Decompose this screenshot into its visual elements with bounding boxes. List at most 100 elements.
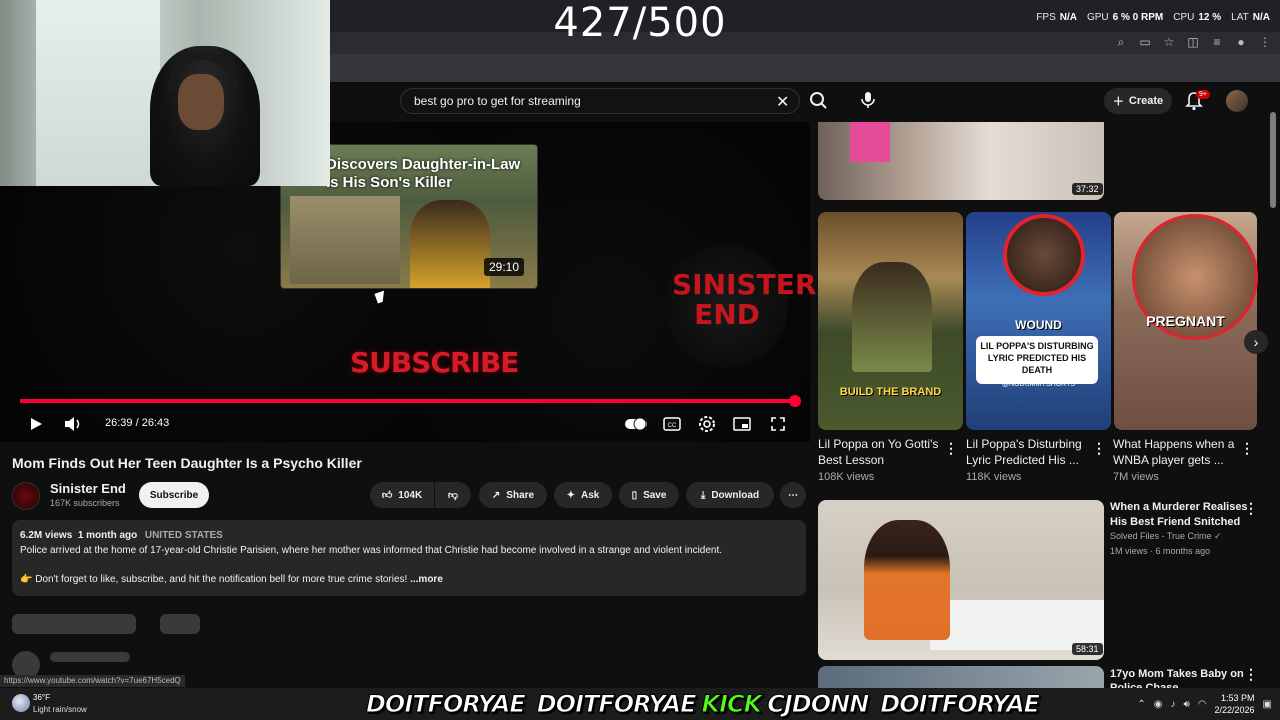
shorts-next-button[interactable]: › [1244,330,1268,354]
chevron-up-icon[interactable]: ⌃ [1137,699,1145,710]
tiktok-handle: DOITFORYAE [880,690,1041,719]
weather-icon[interactable] [12,694,30,712]
short-caption: BUILD THE BRAND [839,386,942,398]
short-title[interactable]: Lil Poppa on Yo Gotti's Best Lesson [818,436,946,468]
microphone-icon [861,92,875,108]
endcard-duration: 29:10 [484,258,525,276]
settings-button[interactable] [696,414,718,434]
extensions-icon[interactable]: ◫ [1186,35,1200,49]
short-caption: PREGNANT [1146,313,1225,329]
notifications-badge: 9+ [1196,90,1210,99]
recommended-meta: 1M views · 6 months ago [1110,546,1211,556]
short-title[interactable]: What Happens when a WNBA player gets ... [1113,436,1241,468]
short-menu-icon[interactable]: ⋮ [944,440,958,457]
time-display: 26:39 / 26:43 [105,417,170,429]
page-scrollbar[interactable] [1270,112,1276,208]
network-icon[interactable]: ◉ [1154,699,1163,710]
dislike-button[interactable]: 👎︎ [435,482,471,508]
video-duration: 37:32 [1072,183,1103,195]
captions-button[interactable]: CC [661,414,683,434]
mic-tray-icon[interactable]: ♪ [1170,699,1175,710]
taskbar-clock[interactable]: 1:53 PM 2/22/2026 [1215,692,1255,716]
recommended-video-title[interactable]: 17yo Mom Takes Baby on Police Chase [1110,667,1250,689]
skeleton-placeholder [160,614,200,634]
recommended-channel-name: Solved Files - True Crime [1110,531,1212,541]
more-horizontal-icon: ⋯ [788,489,798,501]
recommended-views: 1M views [1110,546,1148,556]
upload-date: 1 month ago [77,530,138,541]
profile-icon[interactable]: ● [1234,35,1248,49]
play-button[interactable] [26,414,46,434]
menu-icon[interactable]: ⋮ [1258,35,1272,49]
notification-center-icon[interactable]: ▣ [1263,699,1272,710]
create-label: Create [1128,95,1164,107]
twitter-handle: DOITFORYAE [366,690,527,719]
autoplay-toggle-icon [625,417,647,431]
clock-date: 2/22/2026 [1214,705,1255,715]
thumbnail-detail [850,122,890,162]
sparkle-icon: ✦ [566,489,576,501]
hud-fps: FPS N/A [1036,12,1077,23]
wifi-icon[interactable]: ◠ [1198,699,1207,710]
recommended-channel[interactable]: Solved Files - True Crime ✓ [1110,531,1222,542]
like-button[interactable]: 👍︎ 104K [370,482,434,508]
description-cta: 👉 Don't forget to like, subscribe, and h… [20,574,443,585]
video-menu-icon[interactable]: ⋮ [1244,500,1258,517]
hud-cpu: CPU 12 % [1173,12,1222,23]
cast-icon[interactable]: ▭ [1138,35,1152,49]
weather-description: Light rain/snow [33,705,87,714]
volume-tray-icon[interactable]: 🔊︎ [1183,699,1189,710]
weather-temperature: 36°F [33,693,50,702]
performance-hud: FPS N/A GPU 6 % 0 RPM CPU 12 % LAT N/A [1036,12,1270,23]
kick-handle: CJDONN [767,690,870,719]
search-button[interactable] [806,88,832,114]
short-subcaption: LIL POPPA'S DISTURBING LYRIC PREDICTED H… [976,336,1098,384]
share-button[interactable]: ↗ Share [479,482,547,508]
endscreen-subscribe-button[interactable]: SUBSCRIBE [350,346,519,379]
bookmark-icon: ▯ [631,489,638,501]
create-button[interactable]: ＋ Create [1104,88,1172,114]
subscriber-count: 167K subscribers [50,498,120,508]
bookmark-star-icon[interactable]: ☆ [1162,35,1176,49]
miniplayer-button[interactable] [731,414,753,434]
clear-search-icon[interactable]: ✕ [776,92,789,112]
hud-gpu: GPU 6 % 0 RPM [1086,12,1164,23]
more-actions-button[interactable]: ⋯ [780,482,806,508]
recommended-video-thumbnail[interactable] [818,666,1104,690]
captions-icon: CC [663,417,681,431]
social-banner: DOITFORYAE DOITFORYAE KICK CJDONN DOITFO… [360,688,1041,720]
reading-list-icon[interactable]: ≡ [1210,35,1224,49]
view-count: 6.2M views [20,530,73,541]
thumbnail-person [864,520,950,640]
like-count: 104K [398,489,423,501]
recommended-video-title[interactable]: When a Murderer Realises His Best Friend… [1110,500,1250,530]
short-menu-icon[interactable]: ⋮ [1240,440,1254,457]
voice-search-button[interactable] [856,88,880,112]
scrubber-handle[interactable] [788,395,801,407]
download-button[interactable]: ⤓ Download [686,482,774,508]
channel-name-link[interactable]: Sinister End [50,481,126,496]
svg-text:CC: CC [668,423,677,429]
short-title[interactable]: Lil Poppa's Disturbing Lyric Predicted H… [966,436,1094,468]
skeleton-placeholder [12,614,136,634]
ask-button[interactable]: ✦ Ask [554,482,612,508]
video-menu-icon[interactable]: ⋮ [1244,666,1258,683]
short-menu-icon[interactable]: ⋮ [1092,440,1106,457]
zoom-icon[interactable]: ⌕ [1114,35,1128,50]
search-query-text[interactable]: best go pro to get for streaming [414,94,581,108]
fullscreen-icon [771,417,785,431]
subscribe-button[interactable]: Subscribe [139,482,209,508]
endscreen-channel-logo[interactable]: SINISTER END [672,270,816,330]
description-text: Police arrived at the home of 17-year-ol… [20,545,723,556]
channel-avatar[interactable] [12,482,40,510]
skeleton-placeholder [50,652,130,662]
clock-time: 1:53 PM [1221,693,1255,703]
volume-button[interactable] [62,414,84,434]
share-icon: ↗ [491,489,501,501]
autoplay-toggle[interactable] [624,414,648,434]
account-avatar[interactable] [1226,90,1248,112]
show-more-link[interactable]: ...more [410,574,443,585]
hud-latency: LAT N/A [1231,12,1270,23]
fullscreen-button[interactable] [767,414,789,434]
save-button[interactable]: ▯ Save [619,482,679,508]
